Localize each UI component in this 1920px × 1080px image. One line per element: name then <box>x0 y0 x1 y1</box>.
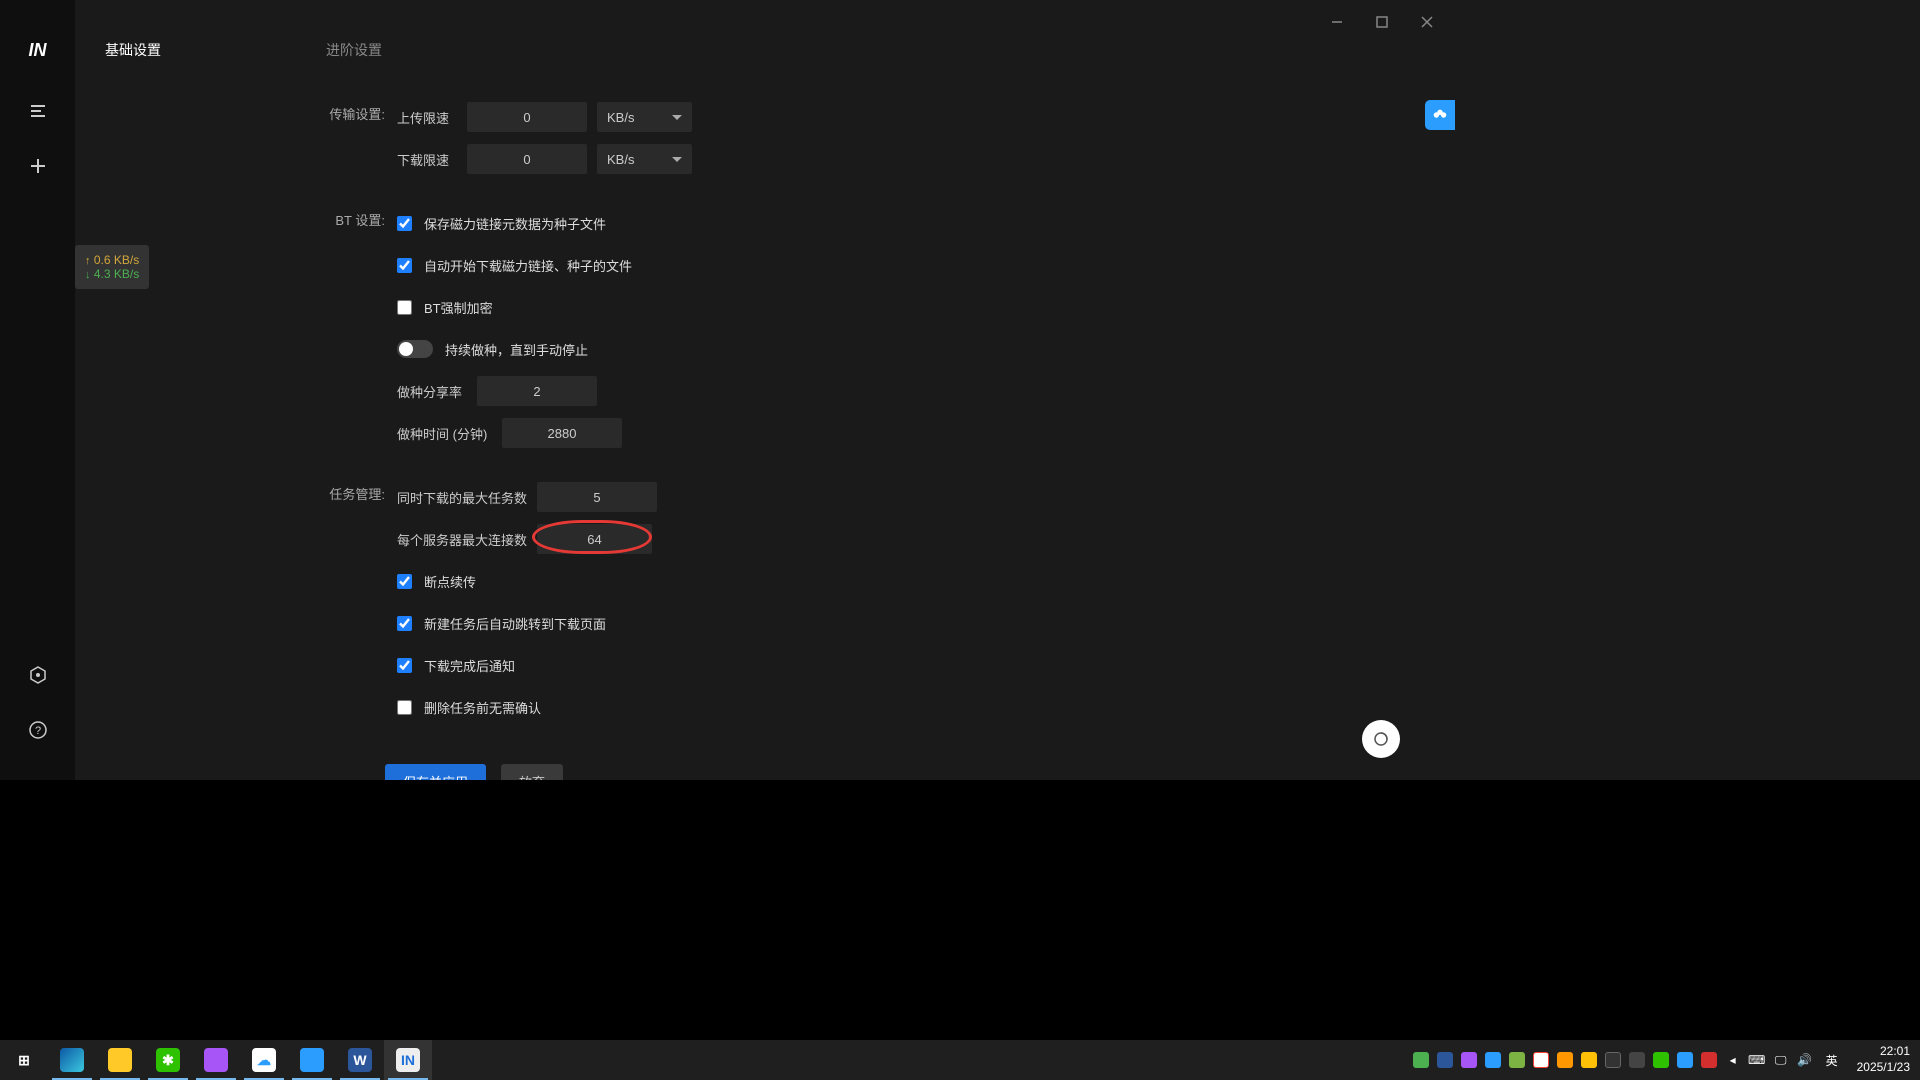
bt-force-encrypt-label: BT强制加密 <box>424 298 493 317</box>
transfer-section-label: 传输设置: <box>315 100 385 130</box>
taskbar-edge[interactable] <box>48 1040 96 1080</box>
tray-icon[interactable] <box>1529 1040 1553 1080</box>
notify-done-checkbox[interactable] <box>397 658 412 673</box>
bt-section-label: BT 设置: <box>315 206 385 236</box>
download-limit-input[interactable] <box>467 144 587 174</box>
clock-time: 22:01 <box>1857 1044 1910 1060</box>
upload-unit-select[interactable]: KB/s <box>597 102 692 132</box>
tray-overflow-icon[interactable]: ◂ <box>1721 1040 1745 1080</box>
bt-save-metadata-label: 保存磁力链接元数据为种子文件 <box>424 214 606 233</box>
download-speed: 4.3 KB/s <box>94 267 139 281</box>
tab-advanced[interactable]: 进阶设置 <box>326 40 382 60</box>
tray-icon[interactable] <box>1553 1040 1577 1080</box>
help-icon[interactable]: ? <box>18 710 58 750</box>
tab-basic[interactable]: 基础设置 <box>105 40 161 60</box>
share-ratio-input[interactable] <box>477 376 597 406</box>
tray-volume-icon[interactable]: 🔊 <box>1793 1040 1817 1080</box>
taskbar-app-purple[interactable] <box>192 1040 240 1080</box>
download-unit-value: KB/s <box>607 152 634 167</box>
bt-force-encrypt-checkbox[interactable] <box>397 300 412 315</box>
tray-icon[interactable] <box>1505 1040 1529 1080</box>
start-button[interactable]: ⊞ <box>0 1040 48 1080</box>
desktop-area <box>0 780 1920 1040</box>
task-section-label: 任务管理: <box>315 480 385 510</box>
tray-keyboard-icon[interactable]: ⌨ <box>1745 1040 1769 1080</box>
max-concurrent-input[interactable] <box>537 482 657 512</box>
taskbar-wechat[interactable]: ✱ <box>144 1040 192 1080</box>
keep-seeding-toggle[interactable] <box>397 340 433 358</box>
max-concurrent-label: 同时下载的最大任务数 <box>397 488 527 507</box>
upload-speed: 0.6 KB/s <box>94 253 139 267</box>
share-ratio-label: 做种分享率 <box>397 382 467 401</box>
notify-done-label: 下载完成后通知 <box>424 656 515 675</box>
tray-icon[interactable] <box>1625 1040 1649 1080</box>
tray-icon[interactable] <box>1457 1040 1481 1080</box>
resume-label: 断点续传 <box>424 572 476 591</box>
tray-icon[interactable] <box>1433 1040 1457 1080</box>
taskbar-baidu[interactable] <box>288 1040 336 1080</box>
download-unit-select[interactable]: KB/s <box>597 144 692 174</box>
tray-icon[interactable] <box>1601 1040 1625 1080</box>
sidebar: IN ? <box>0 0 75 780</box>
upload-limit-label: 上传限速 <box>397 108 457 127</box>
taskbar-motrix[interactable]: IN <box>384 1040 432 1080</box>
app-logo: IN <box>29 40 47 61</box>
jump-after-new-label: 新建任务后自动跳转到下载页面 <box>424 614 606 633</box>
cloud-tab-icon[interactable] <box>1425 100 1455 130</box>
resume-checkbox[interactable] <box>397 574 412 589</box>
add-icon[interactable] <box>18 146 58 186</box>
clock[interactable]: 22:01 2025/1/23 <box>1847 1044 1920 1075</box>
download-limit-label: 下载限速 <box>397 150 457 169</box>
chevron-down-icon <box>672 157 682 162</box>
menu-icon[interactable] <box>18 91 58 131</box>
seed-time-label: 做种时间 (分钟) <box>397 424 492 443</box>
taskbar-explorer[interactable] <box>96 1040 144 1080</box>
upload-unit-value: KB/s <box>607 110 634 125</box>
seed-time-input[interactable] <box>502 418 622 448</box>
window-extension <box>1455 0 1920 780</box>
tray-display-icon[interactable]: 🖵 <box>1769 1040 1793 1080</box>
chevron-down-icon <box>672 115 682 120</box>
keep-seeding-label: 持续做种，直到手动停止 <box>445 340 588 359</box>
no-confirm-delete-label: 删除任务前无需确认 <box>424 698 541 717</box>
bt-save-metadata-checkbox[interactable] <box>397 216 412 231</box>
max-conn-input[interactable] <box>537 524 652 554</box>
tray-icon[interactable] <box>1409 1040 1433 1080</box>
tray-icon[interactable] <box>1649 1040 1673 1080</box>
svg-text:?: ? <box>34 725 40 737</box>
tray-icon[interactable] <box>1673 1040 1697 1080</box>
speed-badge: ↑ 0.6 KB/s ↓ 4.3 KB/s <box>75 245 149 289</box>
bt-auto-start-label: 自动开始下载磁力链接、种子的文件 <box>424 256 632 275</box>
clock-date: 2025/1/23 <box>1857 1060 1910 1076</box>
taskbar-word[interactable]: W <box>336 1040 384 1080</box>
max-conn-label: 每个服务器最大连接数 <box>397 530 527 549</box>
taskbar: ⊞ ✱ ☁ W IN ◂ ⌨ 🖵 🔊 英 22:01 2025/1/23 <box>0 1040 1920 1080</box>
taskbar-cloud[interactable]: ☁ <box>240 1040 288 1080</box>
no-confirm-delete-checkbox[interactable] <box>397 700 412 715</box>
lab-icon[interactable] <box>18 655 58 695</box>
bt-auto-start-checkbox[interactable] <box>397 258 412 273</box>
tray-icon[interactable] <box>1481 1040 1505 1080</box>
float-ball-icon[interactable] <box>1362 720 1400 758</box>
tray-icon[interactable] <box>1577 1040 1601 1080</box>
jump-after-new-checkbox[interactable] <box>397 616 412 631</box>
upload-limit-input[interactable] <box>467 102 587 132</box>
ime-indicator[interactable]: 英 <box>1817 1040 1847 1080</box>
tray-icon[interactable] <box>1697 1040 1721 1080</box>
